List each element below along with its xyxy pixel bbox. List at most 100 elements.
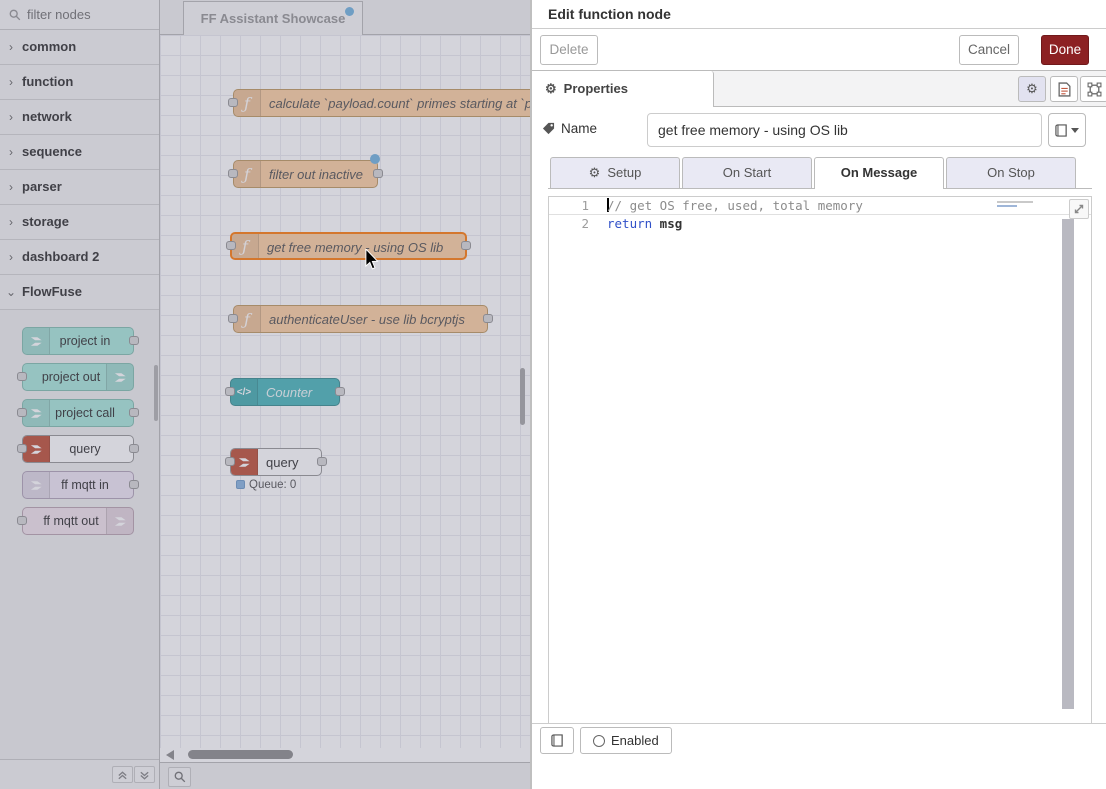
editor-scrollbar[interactable] [1062,219,1074,709]
canvas-grid[interactable]: ƒ calculate `payload.count` primes start… [160,35,530,748]
flow-canvas[interactable]: FF Assistant Showcase ƒ calculate `paylo… [160,0,530,789]
palette-node-query[interactable]: query [22,435,134,463]
library-footer-button[interactable] [540,727,574,754]
flow-node-query[interactable]: query [230,448,322,476]
output-port[interactable] [373,169,383,178]
node-label: query [266,449,315,477]
input-port[interactable] [17,444,27,453]
output-port[interactable] [129,408,139,417]
input-port[interactable] [228,169,238,178]
palette-category-flowfuse[interactable]: ⌄FlowFuse [0,275,159,310]
palette-category-function[interactable]: ›function [0,65,159,100]
label-text: Name [561,121,597,136]
flowfuse-icon [23,328,50,354]
function-icon: ƒ [234,161,261,187]
tab-setup[interactable]: ⚙Setup [550,157,680,188]
flow-node-filter-out-inactive[interactable]: ƒ filter out inactive [233,160,378,188]
palette-category-dashboard2[interactable]: ›dashboard 2 [0,240,159,275]
category-label: sequence [22,144,82,159]
tab-on-stop[interactable]: On Stop [946,157,1076,188]
input-port[interactable] [226,241,236,250]
flowfuse-icon [23,436,50,462]
flow-tab-bar: FF Assistant Showcase [160,0,530,35]
node-edit-form: Name ⚙Setup On Start On Message On Stop … [532,107,1106,756]
minimap-line [997,205,1017,207]
input-port[interactable] [228,98,238,107]
scroll-left-arrow[interactable] [166,750,174,760]
palette-node-project-call[interactable]: project call [22,399,134,427]
tab-on-message[interactable]: On Message [814,157,944,189]
done-button[interactable]: Done [1041,35,1089,65]
output-port[interactable] [483,314,493,323]
properties-icon-button[interactable]: ⚙ [1018,76,1046,102]
function-icon: ƒ [232,234,259,258]
expand-icon [1073,203,1085,215]
palette-category-storage[interactable]: ›storage [0,205,159,240]
collapse-all-button[interactable] [112,766,133,783]
enabled-toggle-button[interactable]: Enabled [580,727,672,754]
palette-flowfuse-nodes: project in project out project call quer… [0,310,159,759]
code-text: msg [652,216,682,231]
flow-tab[interactable]: FF Assistant Showcase [183,1,363,35]
palette-category-network[interactable]: ›network [0,100,159,135]
output-port[interactable] [129,444,139,453]
code-line-2[interactable]: 2return msg [549,215,1091,233]
description-icon-button[interactable] [1050,76,1078,102]
library-button[interactable] [1048,113,1086,147]
expand-all-button[interactable] [134,766,155,783]
palette-node-ff-mqtt-in[interactable]: ff mqtt in [22,471,134,499]
palette-category-common[interactable]: ›common [0,30,159,65]
input-port[interactable] [225,457,235,466]
chevron-right-icon: › [0,240,22,274]
flowfuse-icon [106,508,133,534]
code-editor[interactable]: 1// get OS free, used, total memory 2ret… [548,196,1092,726]
delete-button[interactable]: Delete [540,35,598,65]
tab-on-start[interactable]: On Start [682,157,812,188]
input-port[interactable] [17,408,27,417]
node-label: calculate `payload.count` primes startin… [269,90,530,118]
tab-label: Setup [607,165,641,180]
palette-category-sequence[interactable]: ›sequence [0,135,159,170]
scroll-thumb[interactable] [188,750,293,759]
flow-node-counter[interactable]: </> Counter [230,378,340,406]
node-label: get free memory - using OS lib [267,234,459,262]
palette-scrollbar[interactable] [154,365,158,421]
input-port[interactable] [228,314,238,323]
input-port[interactable] [17,372,27,381]
output-port[interactable] [461,241,471,250]
function-icon: ƒ [234,306,261,332]
name-input[interactable] [647,113,1042,147]
expand-editor-button[interactable] [1069,199,1089,219]
node-label: project call [51,400,119,427]
canvas-vertical-scrollbar[interactable] [520,368,525,425]
tab-properties[interactable]: ⚙Properties [532,71,714,107]
flow-node-authenticate-user[interactable]: ƒ authenticateUser - use lib bcryptjs [233,305,488,333]
output-port[interactable] [335,387,345,396]
flow-node-calculate-primes[interactable]: ƒ calculate `payload.count` primes start… [233,89,530,117]
palette-node-ff-mqtt-out[interactable]: ff mqtt out [22,507,134,535]
caret-down-icon [1071,128,1079,133]
flowfuse-icon [231,449,258,475]
cancel-button[interactable]: Cancel [959,35,1019,65]
flow-node-get-free-memory[interactable]: ƒ get free memory - using OS lib [230,232,467,260]
input-port[interactable] [225,387,235,396]
output-port[interactable] [317,457,327,466]
palette-search[interactable] [0,0,159,30]
zoom-search-button[interactable] [168,767,191,787]
chevron-right-icon: › [0,100,22,134]
palette-node-project-in[interactable]: project in [22,327,134,355]
workspace: ›common ›function ›network ›sequence ›pa… [0,0,530,789]
output-port[interactable] [129,480,139,489]
flowfuse-icon [23,472,50,498]
node-label: ff mqtt out [37,508,105,535]
input-port[interactable] [17,516,27,525]
palette-node-project-out[interactable]: project out [22,363,134,391]
palette-category-parser[interactable]: ›parser [0,170,159,205]
chevron-right-icon: › [0,30,22,64]
canvas-horizontal-scrollbar[interactable] [160,748,530,762]
output-port[interactable] [129,336,139,345]
category-label: parser [22,179,62,194]
palette-search-input[interactable] [27,7,147,22]
appearance-icon-button[interactable] [1080,76,1106,102]
status-text: Queue: 0 [249,479,296,491]
